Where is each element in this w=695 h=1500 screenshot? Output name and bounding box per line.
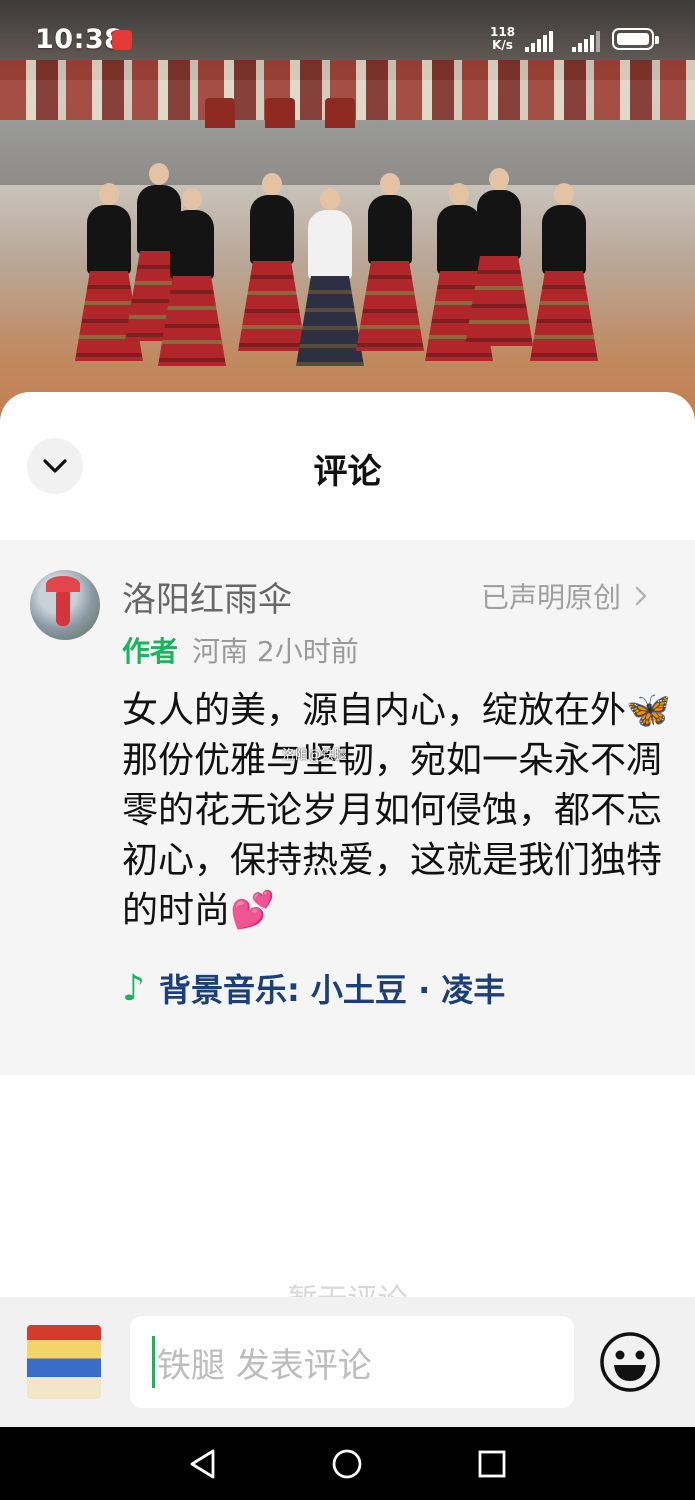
palace-gate [205,98,235,128]
status-time: 10:38 [35,24,124,55]
palace-base [0,120,695,190]
comment-input-placeholder: 铁腿 发表评论 [157,1345,372,1386]
network-speed: 118 K/s [490,26,515,52]
dancer-figure [530,183,598,361]
comment-location: 河南 [192,635,249,668]
chevron-right-icon [635,586,647,606]
avatar[interactable] [30,570,100,640]
empty-comments-hint: 暂无评论 [0,1275,695,1297]
text-cursor [152,1336,155,1388]
status-bar: 10:38 118 K/s [0,0,695,80]
dancer-figure [356,173,424,351]
palace-gate [325,98,355,128]
author-badge: 作者 [122,635,179,668]
background-music-label: 背景音乐: 小土豆 · 凌丰 [158,971,506,1009]
network-speed-unit: K/s [492,38,513,52]
app-notification-icon [112,30,132,50]
music-note-icon: ♪ [122,967,145,1009]
signal-icon [525,30,553,52]
home-circle-icon[interactable] [330,1447,364,1481]
palace-gate [265,98,295,128]
comment-input-bar: 铁腿 发表评论 [0,1297,695,1427]
recents-square-icon[interactable] [475,1447,509,1481]
author-comment-card[interactable]: 洛阳红雨伞 已声明原创 作者 河南 2小时前 女人的美，源自内心，绽放在外🦋那份… [0,540,695,1075]
dancer-figure [158,188,226,366]
smile-icon[interactable] [599,1331,661,1393]
comment-text: 女人的美，源自内心，绽放在外🦋那份优雅与坚韧，宛如一朵永不凋零的花无论岁月如何侵… [122,690,671,931]
dancer-figure [465,168,533,346]
signal-icon [572,30,600,52]
comment-meta: 河南 2小时前 [192,630,359,670]
sheet-title: 评论 [313,452,382,492]
author-name[interactable]: 洛阳红雨伞 [122,572,292,621]
user-avatar-thumbnail[interactable] [27,1325,101,1399]
sheet-header: 评论 [0,392,695,540]
dancer-figure [296,188,364,366]
battery-icon [612,28,659,50]
comment-input[interactable]: 铁腿 发表评论 [130,1316,574,1408]
system-navigation-bar [0,1427,695,1500]
original-declared-link[interactable]: 已声明原创 [481,576,647,616]
comment-time: 2小时前 [256,635,359,668]
watermark-text: 洛阳@铁腿 [282,748,348,763]
back-triangle-icon[interactable] [186,1447,220,1481]
original-declared-label: 已声明原创 [480,581,621,614]
background-music-link[interactable]: ♪ 背景音乐: 小土豆 · 凌丰 [122,965,505,1011]
